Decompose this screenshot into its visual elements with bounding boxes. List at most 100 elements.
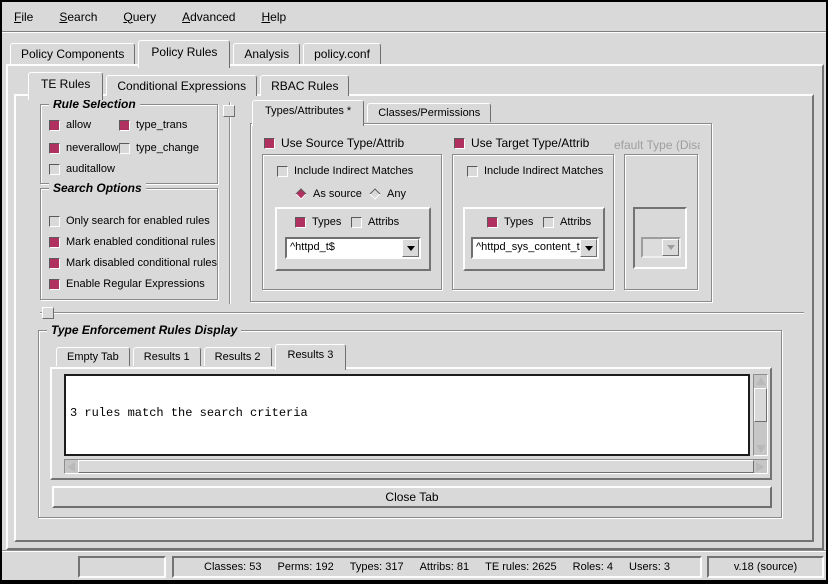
checkbox-label: neverallow [66, 142, 119, 154]
status-version-box: v.18 (source) [707, 556, 824, 578]
menu-file[interactable]: File [14, 10, 33, 24]
results-tab-bar: Empty Tab Results 1 Results 2 Results 3 [56, 344, 349, 370]
tab-results-2[interactable]: Results 2 [204, 347, 272, 366]
results-text-area[interactable]: 3 rules match the search criteria (5822)… [64, 374, 750, 456]
tab-results-3[interactable]: Results 3 [275, 344, 347, 370]
close-tab-button[interactable]: Close Tab [52, 486, 772, 508]
checkbox-label: Include Indirect Matches [484, 165, 603, 177]
vertical-sash[interactable] [229, 102, 231, 304]
checkbox-source-types[interactable]: Types [295, 216, 341, 228]
checkbox-regex[interactable]: Enable Regular Expressions [49, 278, 205, 290]
checkbox-indicator [49, 120, 60, 131]
checkbox-indicator [454, 138, 465, 149]
checkbox-type-trans[interactable]: type_trans [119, 119, 187, 131]
radio-indicator [295, 188, 306, 199]
checkbox-indicator [49, 164, 60, 175]
tab-results-1[interactable]: Results 1 [133, 347, 201, 366]
scrollbar-thumb[interactable] [78, 460, 754, 473]
vertical-sash-handle[interactable] [223, 105, 235, 117]
scroll-left-button[interactable] [65, 460, 78, 473]
arrow-left-icon [67, 462, 75, 472]
results-horizontal-scrollbar[interactable] [64, 459, 768, 474]
target-type-combobox-value[interactable]: ^httpd_sys_content_t$ [473, 239, 580, 257]
checkbox-label: Mark disabled conditional rules [66, 257, 217, 269]
status-types: Types: 317 [350, 561, 404, 573]
checkbox-indicator [119, 143, 130, 154]
tab-types-attributes[interactable]: Types/Attributes * [252, 100, 364, 126]
checkbox-indicator [467, 166, 478, 177]
tab-classes-permissions[interactable]: Classes/Permissions [367, 103, 491, 122]
tab-policy-rules[interactable]: Policy Rules [138, 40, 230, 68]
status-perms: Perms: 192 [278, 561, 334, 573]
arrow-up-icon [756, 377, 766, 385]
checkbox-indicator [543, 217, 554, 228]
source-types-frame: Types Attribs ^httpd_t$ [275, 207, 431, 271]
checkbox-enabled-rules-only[interactable]: Only search for enabled rules [49, 215, 210, 227]
tab-rbac-rules[interactable]: RBAC Rules [260, 75, 349, 96]
status-classes: Classes: 53 [204, 561, 261, 573]
checkbox-source-attribs[interactable]: Attribs [351, 216, 399, 228]
default-type-label: efault Type (Disa [614, 138, 700, 152]
checkbox-indicator [49, 279, 60, 290]
checkbox-mark-enabled[interactable]: Mark enabled conditional rules [49, 236, 215, 248]
menu-query[interactable]: Query [123, 10, 156, 24]
results-page: 3 rules match the search criteria (5822)… [50, 367, 772, 480]
checkbox-target-attribs[interactable]: Attribs [543, 216, 591, 228]
chevron-down-button [662, 239, 679, 256]
checkbox-label: type_change [136, 142, 199, 154]
checkbox-indicator [49, 216, 60, 227]
chevron-down-button[interactable] [580, 239, 597, 257]
checkbox-use-source[interactable]: Use Source Type/Attrib [264, 136, 404, 150]
menu-help[interactable]: Help [261, 10, 286, 24]
checkbox-label: Use Source Type/Attrib [281, 136, 404, 150]
radio-label: As source [313, 188, 362, 200]
checkbox-use-target[interactable]: Use Target Type/Attrib [454, 136, 589, 150]
scroll-up-button[interactable] [754, 375, 767, 388]
checkbox-label: Include Indirect Matches [294, 165, 413, 177]
scroll-down-button[interactable] [754, 442, 767, 455]
tab-policy-components[interactable]: Policy Components [10, 43, 135, 64]
radio-as-source[interactable]: As source [295, 188, 362, 200]
default-type-frame [624, 154, 698, 290]
checkbox-label: Mark enabled conditional rules [66, 236, 215, 248]
chevron-down-icon [585, 246, 593, 251]
tab-conditional-expressions[interactable]: Conditional Expressions [106, 75, 257, 96]
source-combobox-dropdown-button[interactable] [402, 239, 419, 257]
checkbox-target-types[interactable]: Types [487, 216, 533, 228]
tab-empty-tab[interactable]: Empty Tab [56, 347, 130, 366]
search-options-group: Search Options Only search for enabled r… [40, 188, 218, 300]
checkbox-target-indirect[interactable]: Include Indirect Matches [467, 165, 603, 177]
scrollbar-thumb[interactable] [754, 388, 767, 422]
horizontal-sash[interactable] [40, 312, 804, 314]
results-vertical-scrollbar[interactable] [753, 374, 768, 456]
checkbox-source-indirect[interactable]: Include Indirect Matches [277, 165, 413, 177]
source-type-combobox-value[interactable]: ^httpd_t$ [287, 239, 402, 257]
radio-any[interactable]: Any [369, 188, 406, 200]
checkbox-neverallow[interactable]: neverallow [49, 142, 119, 154]
checkbox-label: Types [312, 216, 341, 228]
rules-tab-bar: TE Rules Conditional Expressions RBAC Ru… [28, 72, 352, 100]
target-frame: Include Indirect Matches Types Attribs ^… [452, 154, 614, 290]
checkbox-allow[interactable]: allow [49, 119, 91, 131]
checkbox-indicator [351, 217, 362, 228]
target-type-combobox[interactable]: ^httpd_sys_content_t$ [471, 237, 599, 259]
menu-advanced[interactable]: Advanced [182, 10, 235, 24]
horizontal-sash-handle[interactable] [42, 307, 54, 319]
radio-indicator [369, 188, 380, 199]
checkbox-mark-disabled[interactable]: Mark disabled conditional rules [49, 257, 217, 269]
tab-analysis[interactable]: Analysis [233, 43, 300, 64]
checkbox-type-change[interactable]: type_change [119, 142, 199, 154]
scrollbar-trough[interactable] [754, 422, 767, 442]
tab-te-rules[interactable]: TE Rules [28, 72, 103, 100]
default-type-combobox [641, 237, 681, 258]
scroll-right-button[interactable] [754, 460, 767, 473]
checkbox-auditallow[interactable]: auditallow [49, 163, 115, 175]
status-stats-box: Classes: 53 Perms: 192 Types: 317 Attrib… [172, 556, 702, 578]
menu-search[interactable]: Search [59, 10, 97, 24]
checkbox-indicator [119, 120, 130, 131]
rule-selection-group: Rule Selection allow type_trans neverall… [40, 104, 218, 184]
source-type-combobox[interactable]: ^httpd_t$ [285, 237, 421, 259]
checkbox-label: Attribs [560, 216, 591, 228]
arrow-down-icon [756, 445, 766, 453]
tab-policy-conf[interactable]: policy.conf [303, 43, 381, 64]
